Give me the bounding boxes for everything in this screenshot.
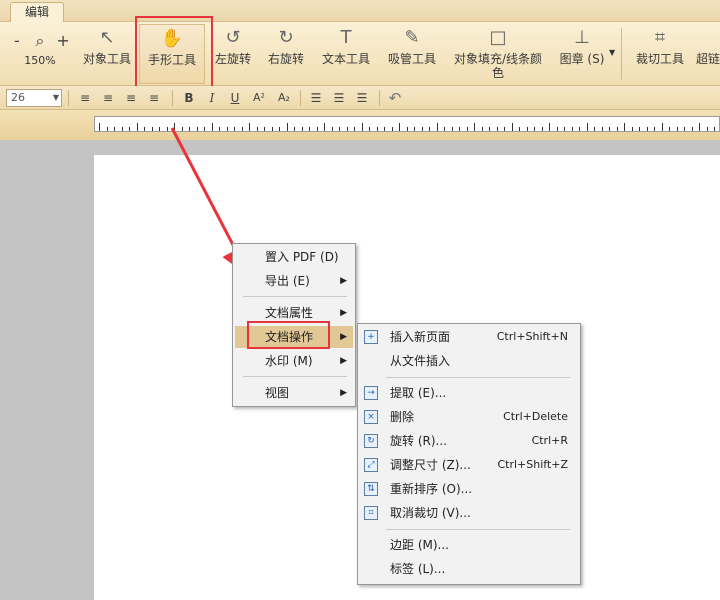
submenu-item-label: 旋转 (R)... xyxy=(390,434,447,448)
menu-separator xyxy=(243,296,347,297)
submenu-item-label: 删除 xyxy=(390,410,415,424)
submenu-item-extract[interactable]: → 提取 (E)... xyxy=(360,382,578,404)
submenu-arrow-icon: ▶ xyxy=(340,356,347,366)
submenu-item-label: 标签 (L)... xyxy=(390,562,446,576)
submenu-arrow-icon: ▶ xyxy=(340,332,347,342)
submenu-item-label: 提取 (E)... xyxy=(390,386,447,400)
submenu-item-insert-new-page[interactable]: + 插入新页面 Ctrl+Shift+N xyxy=(360,326,578,348)
submenu-item-labels[interactable]: 标签 (L)... xyxy=(360,558,578,580)
menu-item-watermark[interactable]: 水印 (M) ▶ xyxy=(235,350,353,372)
submenu-item-label: 边距 (M)... xyxy=(390,538,449,552)
menu-separator xyxy=(386,529,570,530)
menu-item-export[interactable]: 导出 (E) ▶ xyxy=(235,270,353,292)
submenu-item-uncrop[interactable]: ⌗ 取消裁切 (V)... xyxy=(360,502,578,524)
submenu-arrow-icon: ▶ xyxy=(340,308,347,318)
reorder-pages-icon: ⇅ xyxy=(364,482,378,496)
menu-item-place-pdf[interactable]: 置入 PDF (D) xyxy=(235,246,353,268)
shortcut-label: Ctrl+Shift+N xyxy=(496,330,568,343)
submenu-arrow-icon: ▶ xyxy=(340,388,347,398)
resize-page-icon: ⤢ xyxy=(364,458,378,472)
document-operations-submenu: + 插入新页面 Ctrl+Shift+N 从文件插入 → 提取 (E)... ×… xyxy=(357,323,581,585)
submenu-item-resize[interactable]: ⤢ 调整尺寸 (Z)... Ctrl+Shift+Z xyxy=(360,454,578,476)
shortcut-label: Ctrl+Delete xyxy=(503,410,568,423)
document-operations-highlight xyxy=(247,321,330,349)
submenu-item-label: 插入新页面 xyxy=(390,330,451,344)
submenu-item-delete[interactable]: × 删除 Ctrl+Delete xyxy=(360,406,578,428)
submenu-item-insert-from-file[interactable]: 从文件插入 xyxy=(360,350,578,372)
submenu-item-label: 从文件插入 xyxy=(390,354,451,368)
menu-item-label: 导出 (E) xyxy=(265,274,310,288)
submenu-item-label: 重新排序 (O)... xyxy=(390,482,473,496)
shortcut-label: Ctrl+R xyxy=(531,434,568,447)
submenu-item-label: 取消裁切 (V)... xyxy=(390,506,471,520)
menu-item-label: 文档属性 xyxy=(265,306,314,320)
extract-page-icon: → xyxy=(364,386,378,400)
delete-page-icon: × xyxy=(364,410,378,424)
menu-separator xyxy=(243,376,347,377)
menu-item-view[interactable]: 视图 ▶ xyxy=(235,382,353,404)
menu-item-label: 置入 PDF (D) xyxy=(265,250,339,264)
submenu-arrow-icon: ▶ xyxy=(340,276,347,286)
submenu-item-rotate[interactable]: ↻ 旋转 (R)... Ctrl+R xyxy=(360,430,578,452)
submenu-item-margins[interactable]: 边距 (M)... xyxy=(360,534,578,556)
submenu-item-label: 调整尺寸 (Z)... xyxy=(390,458,471,472)
rotate-page-icon: ↻ xyxy=(364,434,378,448)
menu-separator xyxy=(386,377,570,378)
menu-item-label: 水印 (M) xyxy=(265,354,313,368)
shortcut-label: Ctrl+Shift+Z xyxy=(497,458,568,471)
uncrop-icon: ⌗ xyxy=(364,506,378,520)
insert-page-icon: + xyxy=(364,330,378,344)
submenu-item-reorder[interactable]: ⇅ 重新排序 (O)... xyxy=(360,478,578,500)
menu-item-label: 视图 xyxy=(265,386,290,400)
